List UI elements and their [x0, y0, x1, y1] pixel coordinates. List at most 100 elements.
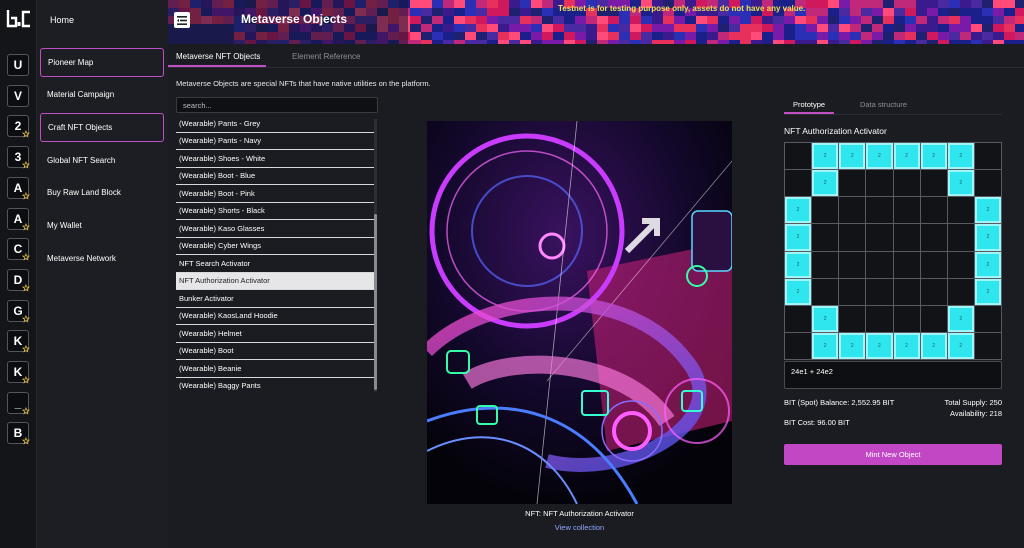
grid-cell-filled[interactable]: 2 — [947, 305, 975, 333]
list-item[interactable]: (Wearable) KaosLand Hoodie — [176, 308, 374, 325]
grid-cell-filled[interactable]: 2 — [812, 143, 840, 171]
grid-cell-empty[interactable] — [947, 251, 975, 279]
grid-cell-filled[interactable]: 2 — [785, 224, 813, 252]
grid-cell-empty[interactable] — [893, 170, 921, 198]
grid-cell-filled[interactable]: 2 — [812, 305, 840, 333]
tab-data-structure[interactable]: Data structure — [860, 100, 907, 109]
rail-item-7[interactable]: D ☆ — [7, 268, 30, 292]
grid-cell-empty[interactable] — [839, 170, 867, 198]
sidebar-item-global-nft-search[interactable]: Global NFT Search — [40, 146, 164, 175]
grid-cell-empty[interactable] — [839, 251, 867, 279]
list-item[interactable]: (Wearable) Beanie — [176, 360, 374, 378]
tab-metaverse-nft-objects[interactable]: Metaverse NFT Objects — [176, 52, 260, 61]
grid-cell-empty[interactable] — [812, 197, 840, 225]
grid-cell-filled[interactable]: 2 — [974, 251, 1002, 279]
mint-new-object-button[interactable]: Mint New Object — [784, 444, 1002, 465]
grid-cell-empty[interactable] — [947, 278, 975, 306]
rail-item-8[interactable]: G ☆ — [7, 299, 30, 323]
tab-element-reference[interactable]: Element Reference — [292, 52, 360, 61]
rail-item-12[interactable]: B ☆ — [7, 422, 30, 446]
sidebar-item-pioneer-map[interactable]: Pioneer Map — [40, 48, 164, 77]
grid-cell-empty[interactable] — [974, 305, 1002, 333]
grid-cell-empty[interactable] — [866, 197, 894, 225]
grid-cell-filled[interactable]: 2 — [785, 251, 813, 279]
sidebar-item-my-wallet[interactable]: My Wallet — [40, 211, 164, 240]
rail-item-1[interactable]: V — [7, 84, 29, 107]
grid-cell-empty[interactable] — [839, 197, 867, 225]
grid-cell-empty[interactable] — [785, 332, 813, 360]
list-item[interactable]: (Wearable) Cyber Wings — [176, 238, 374, 255]
grid-cell-empty[interactable] — [839, 278, 867, 306]
grid-cell-empty[interactable] — [785, 170, 813, 198]
grid-cell-filled[interactable]: 2 — [785, 278, 813, 306]
grid-cell-filled[interactable]: 2 — [947, 170, 975, 198]
list-scrollbar-thumb[interactable] — [374, 214, 377, 390]
list-item[interactable]: (Wearable) Baggy Pants — [176, 378, 374, 394]
grid-cell-empty[interactable] — [866, 305, 894, 333]
grid-cell-filled[interactable]: 2 — [839, 143, 867, 171]
grid-cell-filled[interactable]: 2 — [866, 143, 894, 171]
grid-cell-empty[interactable] — [839, 305, 867, 333]
grid-cell-empty[interactable] — [974, 332, 1002, 360]
rail-item-6[interactable]: C ☆ — [7, 238, 30, 262]
grid-cell-filled[interactable]: 2 — [974, 278, 1002, 306]
grid-cell-empty[interactable] — [893, 278, 921, 306]
list-item[interactable]: (Wearable) Helmet — [176, 325, 374, 343]
rail-item-2[interactable]: 2 ☆ — [7, 115, 30, 139]
grid-cell-filled[interactable]: 2 — [920, 143, 948, 171]
grid-cell-empty[interactable] — [893, 251, 921, 279]
grid-cell-empty[interactable] — [785, 305, 813, 333]
grid-cell-filled[interactable]: 2 — [974, 224, 1002, 252]
tab-prototype[interactable]: Prototype — [793, 100, 825, 109]
grid-cell-empty[interactable] — [866, 224, 894, 252]
list-item[interactable]: (Wearable) Boot — [176, 343, 374, 360]
grid-cell-empty[interactable] — [785, 143, 813, 171]
grid-cell-empty[interactable] — [839, 224, 867, 252]
grid-cell-filled[interactable]: 2 — [839, 332, 867, 360]
grid-cell-empty[interactable] — [920, 305, 948, 333]
list-item[interactable]: (Wearable) Boot - Pink — [176, 185, 374, 203]
grid-cell-filled[interactable]: 2 — [812, 170, 840, 198]
grid-cell-empty[interactable] — [920, 197, 948, 225]
view-collection-link[interactable]: View collection — [427, 523, 732, 532]
nav-home[interactable]: Home — [50, 15, 74, 25]
grid-cell-empty[interactable] — [920, 251, 948, 279]
grid-cell-filled[interactable]: 2 — [974, 197, 1002, 225]
grid-cell-empty[interactable] — [812, 251, 840, 279]
menu-toggle-button[interactable] — [174, 12, 190, 28]
sidebar-item-metaverse-network[interactable]: Metaverse Network — [40, 244, 164, 273]
grid-cell-empty[interactable] — [866, 170, 894, 198]
rail-item-5[interactable]: A ☆ — [7, 207, 30, 231]
list-item[interactable]: (Wearable) Shoes - White — [176, 150, 374, 168]
grid-cell-empty[interactable] — [866, 251, 894, 279]
grid-cell-filled[interactable]: 2 — [812, 332, 840, 360]
rail-item-3[interactable]: 3 ☆ — [7, 146, 30, 170]
grid-cell-empty[interactable] — [893, 197, 921, 225]
grid-cell-filled[interactable]: 2 — [947, 143, 975, 171]
grid-cell-filled[interactable]: 2 — [785, 197, 813, 225]
sidebar-item-material-campaign[interactable]: Material Campaign — [40, 80, 164, 109]
grid-cell-empty[interactable] — [947, 197, 975, 225]
list-item[interactable]: (Wearable) Kaso Glasses — [176, 220, 374, 238]
grid-cell-empty[interactable] — [947, 224, 975, 252]
grid-cell-filled[interactable]: 2 — [893, 332, 921, 360]
sidebar-item-craft-nft-objects[interactable]: Craft NFT Objects — [40, 113, 164, 142]
list-item[interactable]: NFT Search Activator — [176, 255, 374, 273]
list-item[interactable]: (Wearable) Boot - Blue — [176, 168, 374, 185]
grid-cell-empty[interactable] — [974, 143, 1002, 171]
formula-field[interactable]: 24e1 + 24e2 — [784, 361, 1002, 389]
grid-cell-filled[interactable]: 2 — [920, 332, 948, 360]
grid-cell-empty[interactable] — [812, 278, 840, 306]
grid-cell-empty[interactable] — [920, 170, 948, 198]
sidebar-item-buy-raw-land-block[interactable]: Buy Raw Land Block — [40, 178, 164, 207]
list-item[interactable]: Bunker Activator — [176, 290, 374, 308]
list-item[interactable]: (Wearable) Pants - Navy — [176, 133, 374, 150]
grid-cell-empty[interactable] — [920, 278, 948, 306]
logo-icon[interactable] — [6, 8, 32, 28]
grid-cell-filled[interactable]: 2 — [893, 143, 921, 171]
rail-item-11[interactable]: _ ☆ — [7, 391, 30, 415]
rail-item-9[interactable]: K ☆ — [7, 330, 30, 354]
grid-cell-empty[interactable] — [920, 224, 948, 252]
grid-cell-filled[interactable]: 2 — [947, 332, 975, 360]
grid-cell-filled[interactable]: 2 — [866, 332, 894, 360]
